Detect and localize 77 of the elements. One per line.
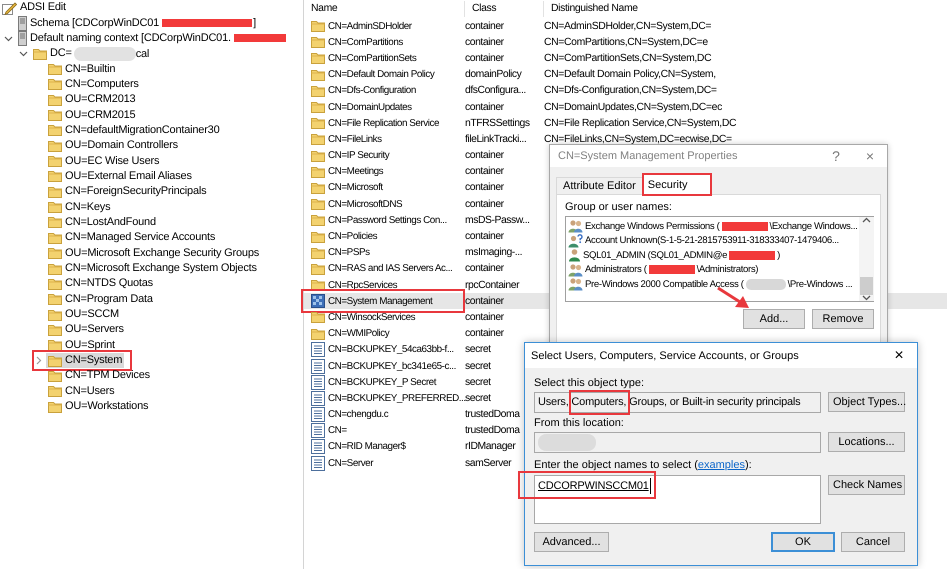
object-name: CN=RID Manager$ (328, 441, 406, 452)
object-name: CN=Server (328, 458, 374, 469)
dn-cell: CN=Default Domain Policy,CN=System, (544, 69, 716, 80)
object-name: CN=WinsockServices (328, 312, 416, 323)
class-cell: container (465, 36, 504, 48)
object-name: CN=Meetings (328, 166, 384, 178)
dn-cell: CN=FileLinks,CN=System,DC=ecwise,DC= (544, 134, 732, 145)
object-name: CN=Policies (328, 231, 378, 242)
label-end: cal (136, 48, 150, 60)
class-cell: container (465, 296, 504, 307)
principal-suffix: \Pre-Windows ... (788, 278, 852, 290)
class-cell: msImaging-... (465, 247, 522, 258)
class-cell: secret (465, 344, 491, 356)
class-cell: samServer (465, 458, 512, 469)
window-title: Select Users, Computers, Service Accounts, or Groups (531, 350, 800, 362)
object-name: CN=ComPartitionSets (328, 52, 416, 64)
class-cell: rIDManager (465, 441, 516, 452)
dn-cell: CN=ComPartitionSets,CN=System,DC (544, 52, 712, 64)
field-label: From this location: (534, 417, 625, 430)
class-cell: container (465, 52, 504, 64)
dn-cell: CN=ComPartitions,CN=System,DC=e (544, 36, 708, 48)
class-cell: rpcContainer (465, 280, 520, 291)
object-name: CN=DomainUpdates (328, 102, 412, 113)
object-name: CN=IP Security (328, 150, 390, 162)
class-cell: container (465, 182, 504, 194)
object-name: CN=PSPs (328, 247, 370, 258)
object-name: CN=chengdu.c (328, 409, 388, 420)
principal-suffix: ) (777, 250, 780, 261)
class-cell: container (465, 198, 504, 210)
object-name: CN=ComPartitions (328, 36, 403, 48)
class-cell: container (465, 328, 504, 340)
class-cell: secret (465, 376, 491, 388)
class-cell: secret (465, 360, 491, 372)
object-name: CN=System Management (328, 296, 432, 307)
principal-suffix: \Administrators) (696, 264, 758, 276)
object-name: CN=BCKUPKEY_bc341e65-c... (328, 360, 456, 372)
object-type-field: Users, Computers, Groups, or Built-in security principals (534, 392, 821, 413)
class-cell: dfsConfigura... (465, 85, 526, 96)
label-end: ] (253, 17, 256, 30)
window-title: CN=System Management Properties (558, 150, 738, 162)
dn-cell: CN=File Replication Service,CN=System,DC (544, 118, 736, 129)
object-name: CN=Password Settings Con... (328, 214, 447, 226)
object-name: CN=RAS and IAS Servers Ac... (328, 263, 452, 274)
object-name: CN=AdminSDHolder (328, 20, 412, 32)
object-name: CN=RpcServices (328, 280, 398, 291)
class-cell: container (465, 263, 504, 274)
object-name: CN=File Replication Service (328, 118, 440, 129)
class-cell: secret (465, 392, 491, 404)
class-cell: trustedDoma (465, 425, 520, 436)
class-cell: msDS-Passw... (465, 214, 530, 226)
object-name: CN= (328, 425, 347, 436)
dn-cell: CN=DomainUpdates,CN=System,DC=ec (544, 102, 722, 113)
class-cell: container (465, 231, 504, 242)
object-name: CN=BCKUPKEY_PREFERRED... (328, 392, 466, 404)
class-cell: container (465, 102, 504, 113)
object-name: CN=Microsoft (328, 182, 383, 194)
class-cell: container (465, 20, 504, 32)
class-cell: domainPolicy (465, 69, 522, 80)
principal-suffix: \Exchange Windows... (770, 220, 858, 232)
dn-cell: CN=AdminSDHolder,CN=System,DC= (544, 20, 712, 32)
names-prompt: Enter the object names to select (examples): (534, 459, 753, 472)
object-name: CN=BCKUPKEY_P Secret (328, 376, 436, 388)
field-label: Select this object type: (534, 377, 646, 390)
class-cell: container (465, 150, 504, 162)
object-name: CN=Default Domain Policy (328, 69, 434, 80)
object-name: CN=FileLinks (328, 134, 382, 145)
object-name: CN=Dfs-Configuration (328, 85, 416, 96)
object-name: CN=MicrosoftDNS (328, 198, 402, 210)
object-name: CN=BCKUPKEY_54ca63bb-f... (328, 344, 454, 356)
class-cell: container (465, 166, 504, 178)
class-cell: container (465, 312, 504, 323)
class-cell: trustedDoma (465, 409, 520, 420)
object-name: CN=WMIPolicy (328, 328, 390, 340)
field-label: Group or user names: (565, 201, 672, 213)
class-cell: nTFRSSettings (465, 118, 530, 129)
dn-cell: CN=Dfs-Configuration,CN=System,DC= (544, 85, 717, 96)
class-cell: fileLinkTracki... (465, 134, 526, 145)
